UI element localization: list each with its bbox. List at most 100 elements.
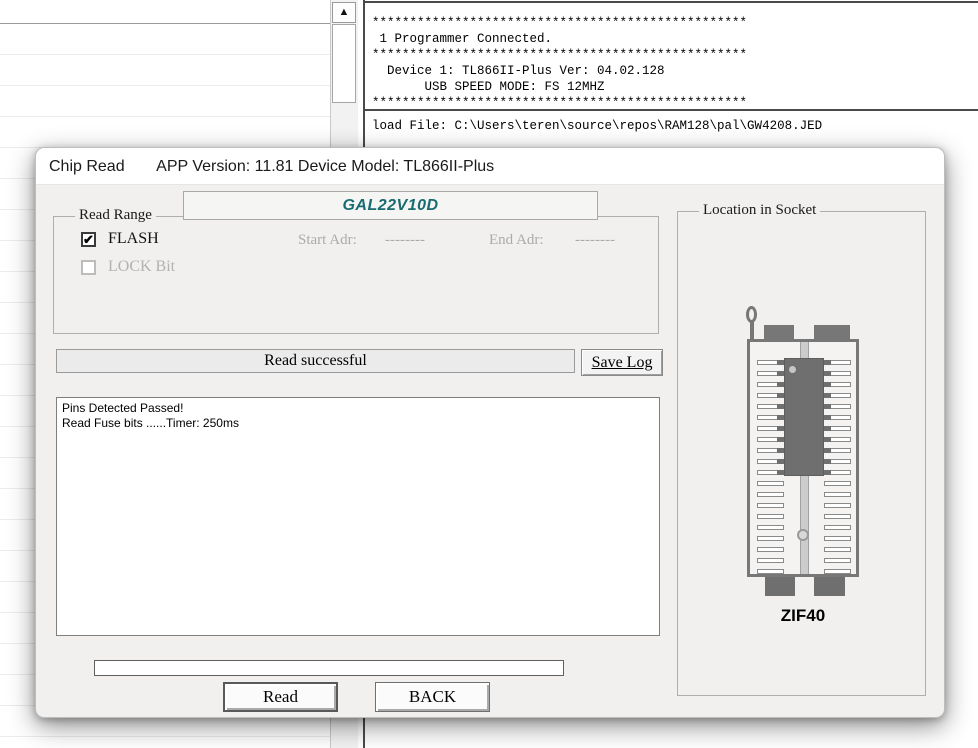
socket-pin: [824, 371, 851, 376]
socket-pin: [824, 448, 851, 453]
socket-pin-contact: [777, 415, 784, 420]
socket-pin: [824, 360, 851, 365]
socket-pin: [757, 547, 784, 552]
socket-pin: [824, 404, 851, 409]
back-button[interactable]: BACK: [375, 682, 490, 712]
end-adr-value: --------: [575, 232, 615, 249]
socket-pin-contact: [777, 371, 784, 376]
socket-pin: [757, 525, 784, 530]
socket-lever-stem: [750, 321, 754, 341]
load-file-text: load File: C:\Users\teren\source\repos\R…: [365, 113, 978, 134]
socket-pin: [757, 558, 784, 563]
flash-checkbox[interactable]: ✔: [81, 232, 96, 247]
chip-pin1-dot: [789, 366, 796, 373]
socket-pin: [824, 437, 851, 442]
location-group-label: Location in Socket: [699, 202, 820, 219]
start-adr-label: Start Adr:: [298, 232, 357, 249]
progress-bar: [94, 660, 564, 676]
socket-pin-contact: [777, 393, 784, 398]
start-adr-value: --------: [385, 232, 425, 249]
socket-pin: [824, 503, 851, 508]
socket-pin: [824, 569, 851, 574]
socket-foot: [765, 577, 795, 596]
socket-pin: [757, 382, 784, 387]
socket-pin-contact: [824, 360, 831, 365]
socket-pin: [757, 569, 784, 574]
flash-checkbox-label[interactable]: FLASH: [108, 230, 159, 248]
scrollbar-thumb[interactable]: [332, 24, 356, 103]
socket-pin: [757, 371, 784, 376]
socket-pin: [757, 437, 784, 442]
console-output-box: ****************************************…: [365, 1, 978, 111]
socket-pin-contact: [777, 437, 784, 442]
socket-pin-contact: [777, 448, 784, 453]
socket-pin-contact: [824, 437, 831, 442]
socket-pin: [824, 514, 851, 519]
socket-pin: [757, 536, 784, 541]
socket-pin-contact: [777, 360, 784, 365]
lock-bit-checkbox-label: LOCK Bit: [108, 258, 175, 276]
socket-pin-contact: [824, 371, 831, 376]
read-button[interactable]: Read: [223, 682, 338, 712]
socket-pin: [824, 547, 851, 552]
socket-pin-contact: [777, 382, 784, 387]
socket-name-label: ZIF40: [737, 606, 869, 626]
dialog-title-name: Chip Read: [49, 158, 125, 175]
operation-log-box: Pins Detected Passed! Read Fuse bits ...…: [56, 397, 660, 636]
socket-pin-contact: [777, 470, 784, 475]
socket-pin: [824, 525, 851, 530]
socket-pin: [824, 536, 851, 541]
socket-pin-contact: [777, 459, 784, 464]
socket-pin-contact: [824, 404, 831, 409]
socket-screw-icon: [797, 529, 809, 541]
read-range-group-label: Read Range: [75, 207, 156, 224]
socket-pin: [824, 393, 851, 398]
dialog-title-version: APP Version: 11.81 Device Model: TL866II…: [156, 158, 494, 175]
socket-pin: [824, 459, 851, 464]
location-in-socket-group: Location in Socket ZIF40: [677, 211, 926, 696]
socket-pin: [757, 503, 784, 508]
dialog-title: Chip Read APP Version: 11.81 Device Mode…: [36, 148, 944, 185]
socket-pin-contact: [824, 382, 831, 387]
save-log-button[interactable]: Save Log: [581, 349, 663, 376]
socket-pin-contact: [777, 426, 784, 431]
socket-pin: [757, 459, 784, 464]
socket-pin-contact: [824, 415, 831, 420]
socket-top-tab: [814, 325, 850, 339]
socket-top-tab: [764, 325, 794, 339]
scrollbar-up-button[interactable]: ▲: [332, 2, 356, 23]
socket-pin: [757, 415, 784, 420]
socket-pin: [757, 448, 784, 453]
socket-pin: [757, 470, 784, 475]
socket-pin-contact: [824, 426, 831, 431]
socket-pin: [824, 426, 851, 431]
console-text: ****************************************…: [365, 3, 978, 111]
chip-read-dialog: Chip Read APP Version: 11.81 Device Mode…: [35, 147, 945, 718]
socket-pin: [757, 514, 784, 519]
socket-pin-contact: [824, 470, 831, 475]
checkmark-icon: ✔: [83, 232, 94, 247]
list-header-divider: [0, 23, 330, 24]
socket-pin: [824, 481, 851, 486]
chip-name: GAL22V10D: [183, 191, 598, 220]
socket-pin: [757, 426, 784, 431]
socket-pin: [824, 415, 851, 420]
socket-pin: [757, 393, 784, 398]
socket-pin: [757, 360, 784, 365]
socket-foot: [814, 577, 845, 596]
scrollbar-up-icon: ▲: [339, 6, 350, 18]
chip-in-socket: [784, 358, 824, 476]
socket-pin-contact: [777, 404, 784, 409]
socket-pin-contact: [824, 459, 831, 464]
socket-pin: [824, 382, 851, 387]
socket-pin: [757, 481, 784, 486]
status-bar: Read successful: [56, 349, 575, 373]
end-adr-label: End Adr:: [489, 232, 544, 249]
socket-pin-contact: [824, 448, 831, 453]
socket-pin-contact: [824, 393, 831, 398]
socket-pin: [757, 404, 784, 409]
socket-pin: [824, 492, 851, 497]
zif-socket-graphic: ZIF40: [737, 304, 872, 644]
socket-pin: [824, 558, 851, 563]
lock-bit-checkbox: [81, 260, 96, 275]
